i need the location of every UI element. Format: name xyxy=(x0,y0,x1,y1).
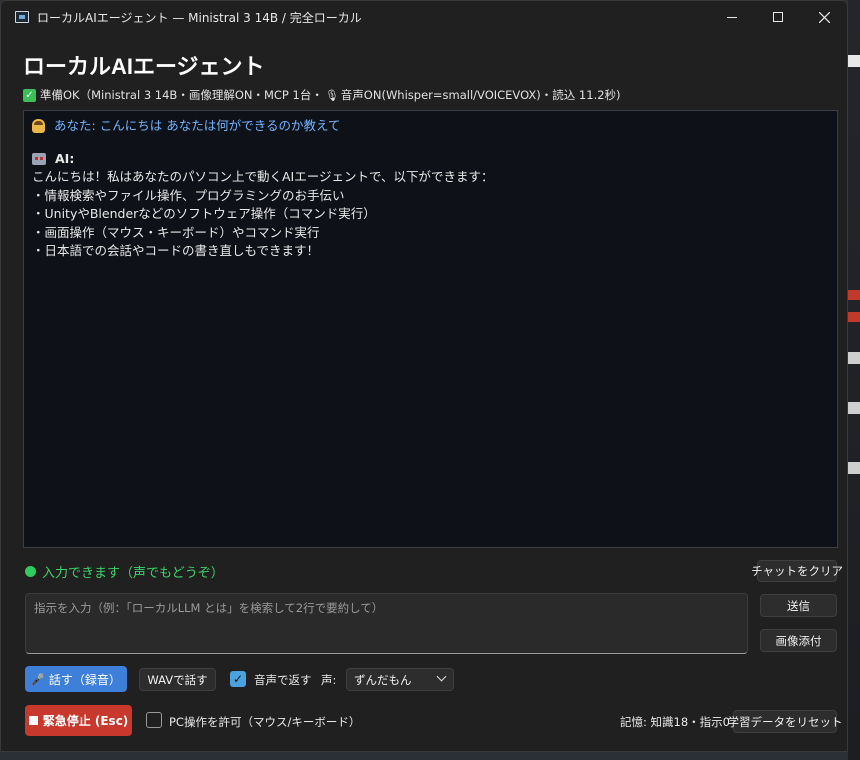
wav-talk-button[interactable]: WAVで話す xyxy=(139,668,216,691)
minimize-icon xyxy=(727,16,737,18)
desktop-fragment xyxy=(848,290,860,300)
close-button[interactable] xyxy=(801,1,847,33)
app-icon xyxy=(15,11,29,23)
ai-message-line: ・情報検索やファイル操作、プログラミングのお手伝い xyxy=(32,187,345,203)
checkmark-icon: ✓ xyxy=(232,672,244,686)
voice-select-value: ずんだもん xyxy=(354,672,412,687)
pc-control-label: PC操作を許可（マウス/キーボード） xyxy=(169,715,361,729)
ready-text: 入力できます（声でもどうぞ） xyxy=(42,566,224,581)
user-avatar-icon xyxy=(32,119,45,134)
desktop-fragment xyxy=(848,312,860,322)
status-text: 準備OK（Ministral 3 14B・画像理解ON・MCP 1台・ xyxy=(40,88,323,102)
window-controls xyxy=(709,1,847,33)
ai-message-line: ・日本語での会話やコードの書き直しもできます！ xyxy=(32,243,320,258)
pc-control-checkbox[interactable] xyxy=(146,712,162,728)
talk-button-label: 話す（録音） xyxy=(48,672,121,687)
attach-image-button[interactable]: 画像添付 xyxy=(760,629,837,652)
page-title: ローカルAIエージェント xyxy=(23,54,265,79)
check-icon: ✓ xyxy=(23,88,36,102)
ai-message-line: こんにちは！私はあなたのパソコン上で動くAIエージェントで、以下ができます： xyxy=(32,169,494,184)
prompt-placeholder: 指示を入力（例：「ローカルLLM とは」を検索して2行で要約して） xyxy=(34,601,384,615)
user-prefix: あなた: xyxy=(54,118,96,133)
ready-status: 入力できます（声でもどうぞ） xyxy=(25,562,224,581)
ai-message-header: AI: xyxy=(32,150,829,169)
maximize-button[interactable] xyxy=(755,1,801,33)
send-button[interactable]: 送信 xyxy=(760,594,837,617)
voice-select[interactable]: ずんだもん xyxy=(346,668,454,691)
ai-message-line: ・画面操作（マウス・キーボード）やコマンド実行 xyxy=(32,224,320,240)
minimize-button[interactable] xyxy=(709,1,755,33)
robot-icon xyxy=(32,152,46,165)
maximize-icon xyxy=(773,12,783,22)
status-line: ✓ 準備OK（Ministral 3 14B・画像理解ON・MCP 1台・ 🎙 … xyxy=(23,87,621,103)
microphone-icon: 🎙 xyxy=(324,88,339,102)
microphone-icon: 🎤 xyxy=(31,672,45,686)
desktop-fragment xyxy=(848,55,860,67)
desktop-fragment xyxy=(848,402,860,414)
desktop-background xyxy=(848,0,860,760)
desktop-fragment xyxy=(848,462,860,474)
voice-label: 声: xyxy=(321,673,337,687)
talk-button[interactable]: 🎤 話す（録音） xyxy=(25,666,127,692)
status-dot-icon xyxy=(25,566,36,577)
user-message: あなた: こんにちは あなたは何ができるのか教えて xyxy=(32,117,829,136)
app-window: ローカルAIエージェント — Ministral 3 14B / 完全ローカル … xyxy=(0,0,848,752)
reset-learning-button[interactable]: 学習データをリセット xyxy=(728,710,843,733)
desktop-fragment xyxy=(848,352,860,364)
close-icon xyxy=(818,11,830,23)
ai-prefix: AI: xyxy=(55,150,75,166)
status-text-tail: 音声ON(Whisper=small/VOICEVOX)・読込 11.2秒) xyxy=(340,88,621,102)
emergency-stop-label: 緊急停止 (Esc) xyxy=(42,714,129,728)
memory-status: 記憶: 知識18・指示0 xyxy=(620,715,730,729)
stop-icon xyxy=(28,716,38,725)
chat-log[interactable]: あなた: こんにちは あなたは何ができるのか教えて AI: こんにちは！私はあな… xyxy=(23,110,838,548)
ai-message-line: ・UnityやBlenderなどのソフトウェア操作（コマンド実行） xyxy=(32,206,376,221)
clear-chat-button[interactable]: チャットをクリア xyxy=(751,560,843,582)
emergency-stop-button[interactable]: 緊急停止 (Esc) xyxy=(25,705,132,736)
title-bar[interactable]: ローカルAIエージェント — Ministral 3 14B / 完全ローカル xyxy=(1,1,847,33)
reply-voice-label: 音声で返す xyxy=(254,673,312,687)
window-title: ローカルAIエージェント — Ministral 3 14B / 完全ローカル xyxy=(37,10,362,25)
prompt-input[interactable]: 指示を入力（例：「ローカルLLM とは」を検索して2行で要約して） xyxy=(25,593,748,654)
reply-voice-checkbox[interactable]: ✓ xyxy=(230,671,246,687)
chevron-down-icon xyxy=(436,671,447,682)
user-message-text: こんにちは あなたは何ができるのか教えて xyxy=(99,118,341,133)
